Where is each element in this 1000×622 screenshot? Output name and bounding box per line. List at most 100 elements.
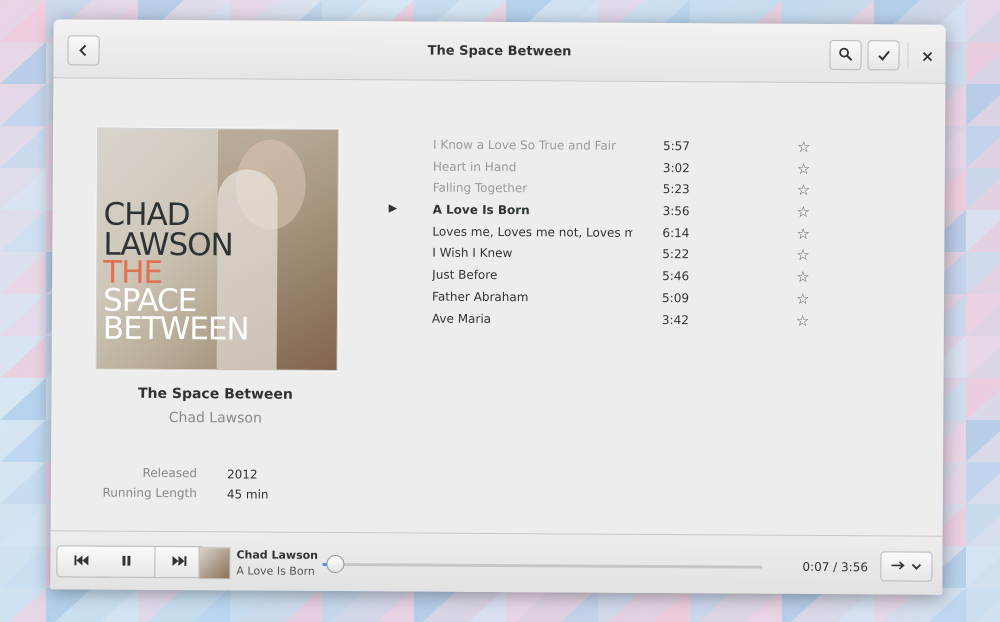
- elapsed-time: 0:07: [802, 559, 830, 575]
- background-tile: [322, 588, 368, 622]
- track-row[interactable]: Heart in Hand 3:02 ☆: [429, 157, 849, 181]
- background-tile: [138, 588, 184, 622]
- star-outline-icon[interactable]: ☆: [797, 160, 811, 178]
- close-button[interactable]: [913, 41, 941, 71]
- now-playing-thumbnail: [198, 547, 231, 580]
- background-tile: [230, 588, 276, 622]
- background-tile: [966, 546, 1000, 588]
- repeat-mode-button[interactable]: [880, 551, 933, 582]
- pause-icon: [122, 555, 131, 568]
- star-outline-icon[interactable]: ☆: [796, 268, 810, 286]
- album-cover: CHAD LAWSON THE SPACE BETWEEN: [95, 127, 340, 372]
- track-duration: 5:22: [662, 247, 690, 262]
- search-button[interactable]: [829, 40, 862, 71]
- time-display: 0:07 / 3:56: [802, 560, 868, 574]
- star-outline-icon[interactable]: ☆: [797, 181, 811, 199]
- background-tile: [0, 252, 46, 294]
- track-row[interactable]: Ave Maria 3:42 ☆: [428, 309, 848, 333]
- star-outline-icon[interactable]: ☆: [797, 138, 811, 156]
- star-outline-icon[interactable]: ☆: [796, 311, 810, 329]
- background-tile: [460, 588, 506, 622]
- background-tile: [0, 126, 46, 168]
- track-duration: 5:46: [662, 269, 690, 284]
- track-duration: 3:56: [662, 204, 690, 219]
- track-duration: 5:09: [662, 290, 690, 305]
- track-row[interactable]: Father Abraham 5:09 ☆: [428, 287, 848, 311]
- background-tile: [0, 546, 46, 588]
- star-outline-icon[interactable]: ☆: [796, 246, 810, 264]
- pause-button[interactable]: [98, 545, 155, 578]
- background-tile: [0, 588, 46, 622]
- background-tile: [46, 588, 92, 622]
- track-row[interactable]: Loves me, Loves me not, Loves me 6:14 ☆: [428, 222, 848, 246]
- album-artist: Chad Lawson: [168, 409, 262, 427]
- header-bar: The Space Between: [53, 19, 946, 84]
- next-icon: [172, 555, 187, 569]
- background-tile: [966, 168, 1000, 210]
- cover-text-line: BETWEEN: [102, 310, 249, 348]
- total-time: 3:56: [841, 560, 869, 575]
- track-title: Just Before: [432, 267, 498, 283]
- star-outline-icon[interactable]: ☆: [796, 225, 810, 243]
- running-length-label: Running Length: [102, 485, 197, 501]
- background-tile: [966, 588, 1000, 622]
- track-row[interactable]: Falling Together 5:23 ☆: [429, 179, 849, 203]
- background-tile: [966, 126, 1000, 168]
- close-icon: [922, 46, 933, 65]
- background-tile: [0, 420, 46, 462]
- star-outline-icon[interactable]: ☆: [796, 290, 810, 308]
- background-tile: [0, 168, 46, 210]
- background-tile: [966, 378, 1000, 420]
- track-title: Ave Maria: [431, 311, 492, 326]
- track-duration: 5:57: [662, 139, 690, 154]
- track-row[interactable]: Just Before 5:46 ☆: [428, 266, 848, 290]
- select-button[interactable]: [867, 40, 900, 71]
- background-tile: [0, 336, 46, 378]
- album-title: The Space Between: [137, 385, 293, 403]
- track-title: Loves me, Loves me not, Loves me: [432, 224, 633, 240]
- track-title: I Know a Love So True and Fair: [432, 137, 617, 153]
- background-tile: [966, 420, 1000, 462]
- window-title: The Space Between: [427, 43, 572, 60]
- track-title: I Wish I Knew: [432, 246, 513, 261]
- chevron-down-icon: [911, 560, 922, 574]
- track-row[interactable]: I Know a Love So True and Fair 5:57 ☆: [429, 136, 849, 160]
- background-tile: [598, 588, 644, 622]
- previous-icon: [74, 554, 89, 568]
- progress-bar[interactable]: [322, 554, 763, 574]
- background-tile: [0, 84, 46, 126]
- background-tile: [966, 0, 1000, 42]
- track-duration: 5:23: [662, 182, 690, 197]
- player-toolbar: Chad Lawson A Love Is Born 0:07 / 3:56: [50, 530, 943, 595]
- background-tile: [0, 462, 46, 504]
- music-window: The Space Between CHAD LAWSON THE SPACE …: [50, 19, 946, 595]
- background-tile: [506, 588, 552, 622]
- track-row[interactable]: ▶ A Love Is Born 3:56 ☆: [389, 201, 849, 225]
- background-tile: [966, 252, 1000, 294]
- track-title: Heart in Hand: [432, 159, 517, 174]
- background-tile: [414, 588, 460, 622]
- background-tile: [966, 294, 1000, 336]
- background-tile: [368, 588, 414, 622]
- background-tile: [92, 588, 138, 622]
- background-tile: [0, 42, 46, 84]
- search-icon: [838, 46, 853, 65]
- progress-knob[interactable]: [326, 554, 345, 574]
- track-list: I Know a Love So True and Fair 5:57 ☆ He…: [389, 136, 849, 334]
- star-outline-icon[interactable]: ☆: [797, 203, 811, 221]
- released-label: Released: [142, 465, 198, 481]
- released-value: 2012: [226, 467, 258, 482]
- repeat-icon: [891, 559, 905, 573]
- track-duration: 3:42: [661, 312, 689, 327]
- next-button[interactable]: [154, 545, 205, 579]
- now-playing-title: A Love Is Born: [236, 564, 315, 578]
- time-separator: /: [833, 560, 838, 575]
- background-tile: [184, 588, 230, 622]
- track-title: Father Abraham: [432, 289, 529, 304]
- background-tile: [0, 504, 46, 546]
- now-playing-artist: Chad Lawson: [236, 548, 319, 562]
- background-tile: [0, 0, 46, 42]
- background-tile: [0, 294, 46, 336]
- running-length-value: 45 min: [226, 487, 269, 502]
- track-row[interactable]: I Wish I Knew 5:22 ☆: [428, 244, 848, 268]
